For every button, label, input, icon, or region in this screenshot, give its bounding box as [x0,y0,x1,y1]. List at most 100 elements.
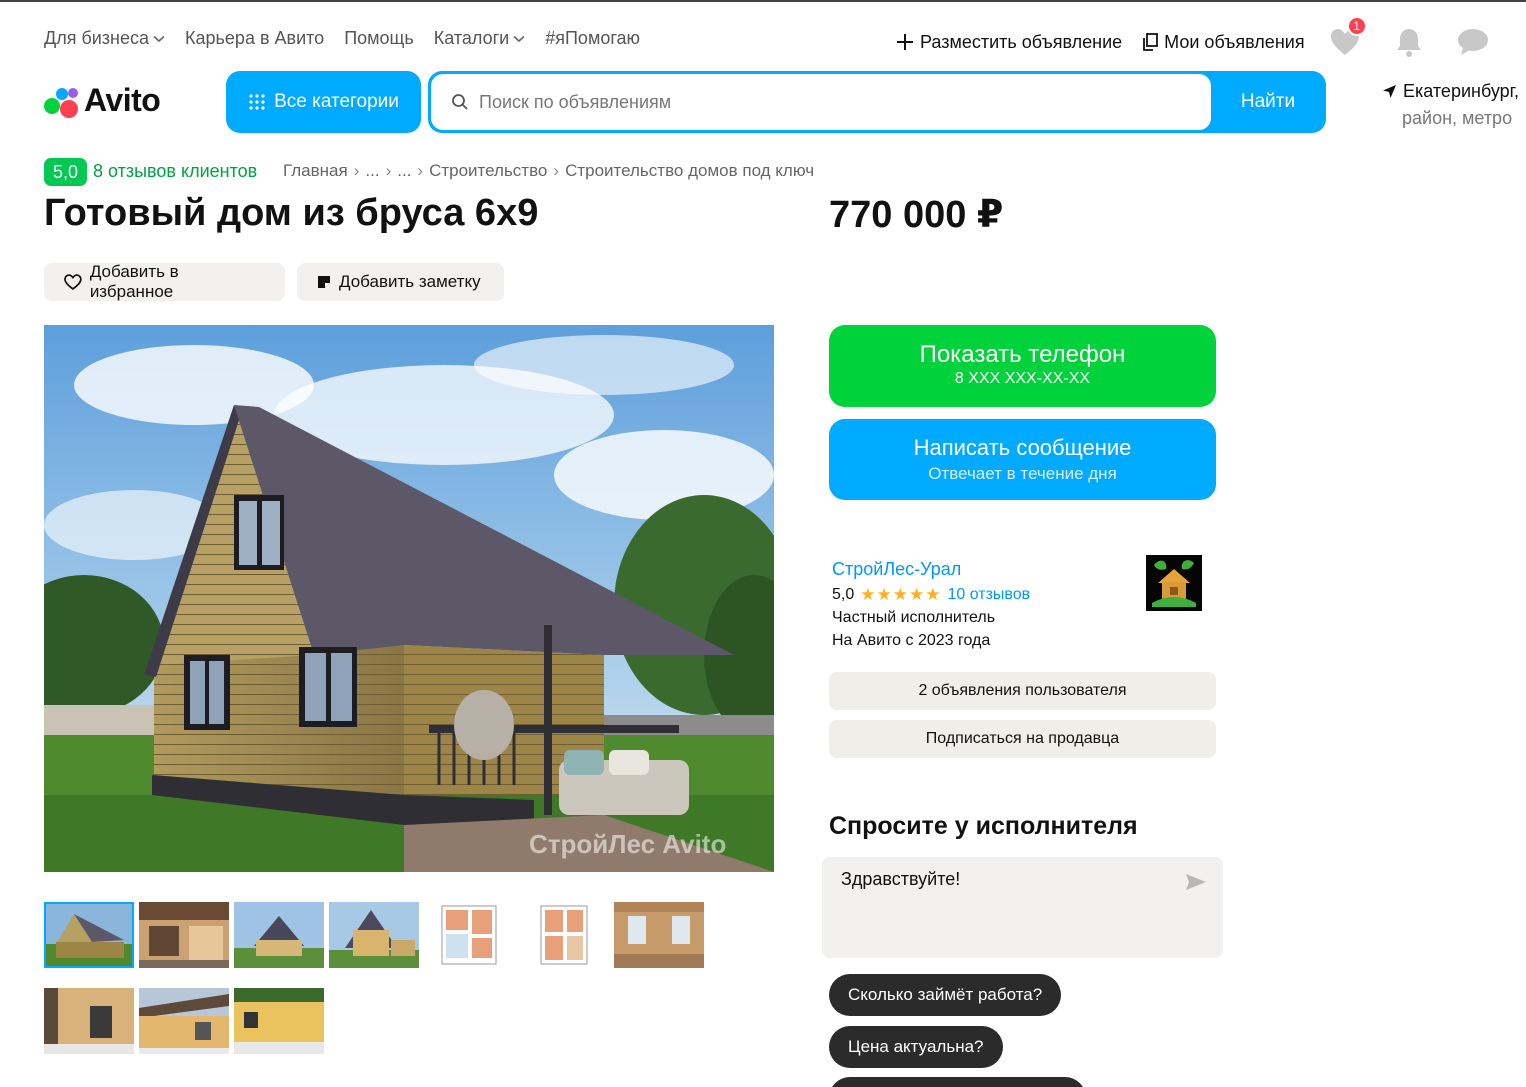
nav-business[interactable]: Для бизнеса [44,28,165,49]
write-message-button[interactable]: Написать сообщение Отвечает в течение дн… [829,419,1216,500]
rating-stars-icon: ★★★★★ [860,585,942,604]
client-reviews-link[interactable]: 8 отзывов клиентов [93,161,257,182]
top-nav: Для бизнеса Карьера в Авито Помощь Катал… [44,28,640,49]
seller-name-link[interactable]: СтройЛес-Урал [832,559,961,580]
breadcrumb-item[interactable]: ... [397,161,411,181]
add-note-button[interactable]: Добавить заметку [297,263,504,301]
breadcrumb-separator: › [417,161,424,180]
chat-icon [1457,29,1488,55]
write-message-label: Написать сообщение [913,435,1132,460]
breadcrumb-separator: › [385,161,392,180]
avito-logo[interactable]: Avito [44,82,161,119]
thumbnail-7[interactable] [614,902,704,968]
logo-text: Avito [84,82,161,118]
bell-icon [1396,29,1421,57]
house-photo-image: СтройЛес Avito [44,325,774,872]
favorites-badge: 1 [1346,16,1367,36]
add-note-label: Добавить заметку [339,272,481,291]
seller-rating-value: 5,0 [832,586,855,603]
note-icon [318,276,330,288]
breadcrumb-item[interactable]: Главная [283,161,348,181]
nav-career-label: Карьера в Авито [185,28,325,48]
location-district: район, метро [1402,108,1513,128]
seller-ads-button[interactable]: 2 объявления пользователя [829,672,1216,710]
search-icon [452,94,468,110]
phone-mask: 8 XXX XXX-XX-XX [954,370,1091,387]
breadcrumb-item[interactable]: ... [365,161,379,181]
listing-title: Готовый дом из бруса 6х9 [44,192,539,234]
quick-question-chip[interactable]: Цена актуальна? [829,1026,1003,1068]
chevron-down-icon [153,35,165,42]
seller-type: Частный исполнитель [832,609,996,626]
breadcrumb: Главная › ... › ... › Строительство › Ст… [283,161,814,181]
photo-watermark: СтройЛес Avito [529,829,726,859]
copy-icon [1143,33,1159,51]
user-nav: Разместить объявление Мои объявления 1 [896,16,1489,58]
plus-icon [897,34,913,50]
send-icon [1186,874,1206,890]
nav-career[interactable]: Карьера в Авито [185,28,324,49]
listing-price: 770 000 ₽ [829,194,1004,236]
my-ads-label: Мои объявления [1164,31,1305,52]
seller-avatar[interactable] [1146,555,1202,611]
ask-section-title: Спросите у исполнителя [829,812,1138,840]
top-border [0,0,1526,2]
seller-rating: 5,0 ★★★★★ 10 отзывов [832,585,1030,605]
favorites-button[interactable]: 1 [1329,16,1367,58]
grid-dots-icon [249,94,265,110]
thumbnail-1[interactable] [44,902,134,968]
notifications-button[interactable] [1393,26,1425,58]
nav-help[interactable]: Помощь [344,28,414,49]
nav-business-label: Для бизнеса [44,28,150,48]
add-favorite-button[interactable]: Добавить в избранное [44,262,285,301]
all-categories-label: Все категории [274,91,399,112]
breadcrumb-separator: › [353,161,360,180]
logo-dots-icon [44,84,78,118]
location-selector[interactable]: Екатеринбург, район, метро [1382,78,1519,132]
search-bar: Найти [428,71,1326,133]
thumbnail-8[interactable] [44,988,134,1054]
search-field-wrap [431,74,1211,130]
thumbnail-10[interactable] [234,988,324,1054]
post-ad-link[interactable]: Разместить объявление [896,32,1122,53]
chevron-down-icon [513,35,525,42]
ask-message-box [822,857,1223,958]
nav-help-label: Помощь [344,28,414,48]
ask-message-input[interactable] [841,869,1171,949]
show-phone-button[interactable]: Показать телефон 8 XXX XXX-XX-XX [829,325,1216,407]
send-button[interactable] [1185,873,1207,896]
location-arrow-icon [1383,85,1396,98]
add-favorite-label: Добавить в избранное [89,262,179,301]
thumbnail-9[interactable] [139,988,229,1054]
my-ads-link[interactable]: Мои объявления [1142,31,1305,53]
nav-ihelp[interactable]: #яПомогаю [545,28,640,49]
seller-since: На Авито с 2023 года [832,632,991,649]
show-phone-label: Показать телефон [919,341,1126,368]
main-photo[interactable]: СтройЛес Avito [44,325,774,872]
thumbnail-4[interactable] [329,902,419,968]
thumbnail-3[interactable] [234,902,324,968]
heart-outline-icon [64,274,82,290]
search-input[interactable] [479,91,1179,113]
all-categories-button[interactable]: Все категории [226,71,421,133]
breadcrumb-item[interactable]: Строительство [429,161,547,181]
rating-badge: 5,0 [44,158,87,186]
nav-catalogs[interactable]: Каталоги [434,28,526,49]
search-button[interactable]: Найти [1210,71,1326,133]
seller-reviews-link[interactable]: 10 отзывов [947,586,1030,604]
house-logo-icon [1146,555,1202,611]
thumbnail-6[interactable] [519,902,609,968]
quick-question-chip[interactable]: Сколько займёт работа? [829,974,1062,1016]
subscribe-seller-button[interactable]: Подписаться на продавца [829,720,1216,758]
nav-ihelp-label: #яПомогаю [545,28,641,48]
messages-button[interactable] [1457,26,1489,58]
breadcrumb-separator: › [553,161,560,180]
location-city: Екатеринбург, [1403,81,1520,101]
nav-catalogs-label: Каталоги [433,28,510,48]
thumbnail-2[interactable] [139,902,229,968]
reply-time: Отвечает в течение дня [928,464,1117,483]
breadcrumb-item[interactable]: Строительство домов под ключ [565,161,814,181]
thumbnail-5[interactable] [424,902,514,968]
quick-question-chip-partial[interactable] [829,1077,1086,1087]
post-ad-label: Разместить объявление [920,31,1123,52]
